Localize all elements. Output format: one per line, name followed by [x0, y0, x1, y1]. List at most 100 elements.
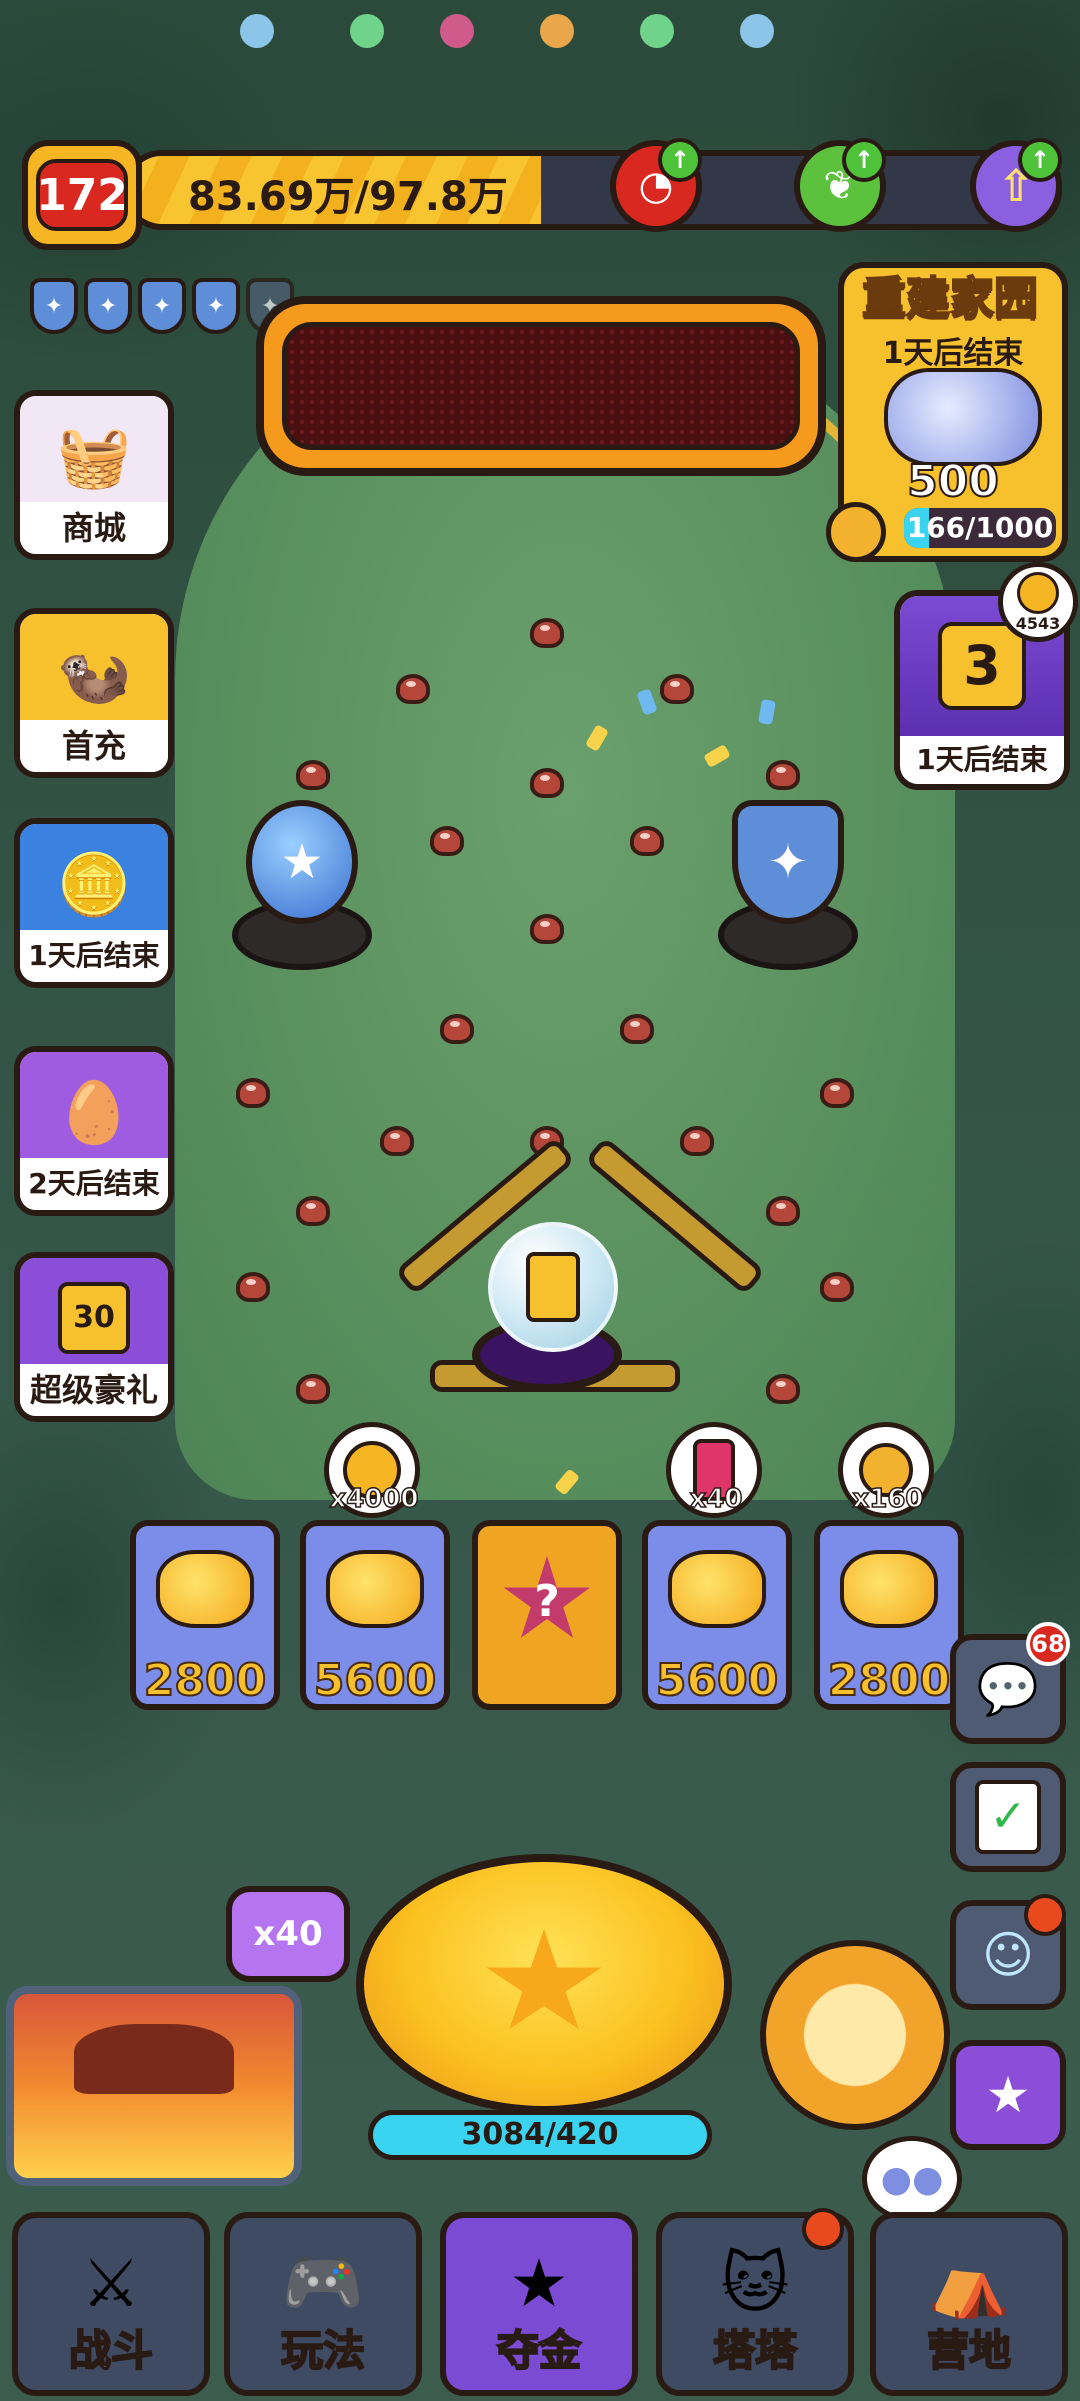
xp-text: 83.69万/97.8万	[188, 174, 508, 220]
peg	[820, 1272, 854, 1302]
notification-dot	[802, 2208, 844, 2250]
multiplier-button[interactable]: x40	[226, 1886, 350, 1982]
peg	[236, 1078, 270, 1108]
peg	[680, 1126, 714, 1156]
peg	[396, 674, 430, 704]
prize-bubble	[488, 1222, 618, 1352]
prize-slot: 2800	[130, 1520, 280, 1710]
prize-slot: 2800	[814, 1520, 964, 1710]
nav-grab-gold[interactable]: ★ 夺金	[440, 2212, 638, 2396]
peg	[766, 1196, 800, 1226]
peg	[440, 1014, 474, 1044]
player-status-bar: 83.69万/97.8万 172 ◔ ↑ ❦ ↑ ⇧ ↑	[22, 138, 1062, 250]
green-leaf-upgrade-button[interactable]: ❦ ↑	[794, 138, 886, 232]
bumper-right: ✦	[718, 800, 858, 970]
prize-mult: x160	[852, 1483, 925, 1515]
gift-card-icon	[526, 1252, 580, 1322]
nav-battle[interactable]: ⚔ 战斗	[12, 2212, 210, 2396]
star-icon	[486, 1929, 602, 2030]
shop-basket-icon: 🧺	[20, 396, 168, 516]
shop-button[interactable]: 🧺 商城	[14, 390, 174, 560]
egg-event-timer: 2天后结束	[20, 1158, 168, 1210]
nav-tata-label: 塔塔	[712, 2325, 798, 2376]
red-swirl-upgrade-button[interactable]: ◔ ↑	[610, 138, 702, 232]
trophy-coin-count: 4543	[1015, 613, 1061, 633]
event-title: 重建家园	[861, 272, 1039, 325]
super-gift-label: 超级豪礼	[20, 1364, 168, 1416]
super-gift-button[interactable]: 30 超级豪礼	[14, 1252, 174, 1422]
prize-mult: x4000	[329, 1483, 420, 1515]
clipboard-check-icon: ✓	[975, 1780, 1041, 1854]
nav-gameplay[interactable]: 🎮 玩法	[224, 2212, 422, 2396]
tasks-button[interactable]: ✓	[950, 1762, 1066, 1872]
prize-pin-energy: x40	[666, 1422, 766, 1522]
shield-row: ✦ ✦ ✦ ✦ ✦	[30, 278, 294, 334]
peg	[766, 1374, 800, 1404]
first-recharge-label: 首充	[20, 720, 168, 772]
cat-badge-button[interactable]: ★	[950, 2040, 1066, 2150]
shield-icon: ✦	[732, 800, 844, 924]
chat-button[interactable]: 💬 68	[950, 1622, 1070, 1744]
slot-value: 5600	[655, 1654, 779, 1707]
friends-ghost-icon: ☺	[981, 1926, 1035, 1984]
led-scoreboard	[256, 296, 826, 476]
level-number: 172	[36, 159, 128, 231]
peg	[530, 768, 564, 798]
event-timer: 1天后结束	[882, 336, 1024, 371]
coin-event-button[interactable]: 🪙 1天后结束	[14, 818, 174, 988]
gem-cluster-icon	[884, 368, 1042, 466]
trophy-rank: 3	[938, 622, 1026, 710]
shield-icon: ✦	[84, 278, 132, 334]
level-badge[interactable]: 172	[22, 140, 142, 250]
string-lights	[200, 0, 920, 80]
purple-arrow-upgrade-button[interactable]: ⇧ ↑	[970, 138, 1062, 232]
peg	[296, 760, 330, 790]
prize-slot: 5600	[300, 1520, 450, 1710]
egg-event-button[interactable]: 🥚 2天后结束	[14, 1046, 174, 1216]
upgrade-arrow-icon: ↑	[658, 138, 702, 182]
super-gift-30-icon: 30	[20, 1258, 168, 1378]
coin-event-timer: 1天后结束	[20, 930, 168, 982]
led-display	[282, 322, 800, 450]
event-progress-text: 166/1000	[906, 511, 1054, 544]
mystery-slot: ?	[472, 1520, 622, 1710]
peg	[530, 618, 564, 648]
prize-pin-coin: x4000	[324, 1422, 424, 1522]
gold-pile-icon	[326, 1550, 424, 1628]
boss-preview-window[interactable]	[6, 1986, 302, 2186]
first-recharge-creature-icon: 🦦	[20, 614, 168, 734]
golden-screw-icon	[826, 502, 886, 562]
coin-progress-text: 3084/420	[461, 2117, 619, 2152]
gem-pair-icon: ●●	[880, 2158, 944, 2200]
notification-dot	[1024, 1894, 1066, 1936]
friends-button[interactable]: ☺	[950, 1894, 1066, 2010]
nav-battle-label: 战斗	[68, 2325, 154, 2376]
nav-tata[interactable]: 🐱 塔塔	[656, 2208, 854, 2396]
chat-bubble-icon: 💬	[976, 1659, 1040, 1718]
upgrade-arrow-icon: ↑	[842, 138, 886, 182]
launch-coin-button[interactable]	[356, 1854, 732, 2114]
gold-pile-icon	[668, 1550, 766, 1628]
nav-camp-label: 营地	[926, 2325, 1012, 2376]
mystery-star-icon: ?	[503, 1556, 591, 1638]
peg	[620, 1014, 654, 1044]
prize-mult: x40	[689, 1483, 743, 1515]
bottom-nav: ⚔ 战斗 🎮 玩法 ★ 夺金 🐱 塔塔 ⛺ 营地	[0, 2204, 1080, 2401]
boss-silhouette	[74, 2024, 234, 2094]
coin-progress-bar: 3084/420	[368, 2110, 712, 2160]
shield-icon: ✦	[192, 278, 240, 334]
peg	[630, 826, 664, 856]
gold-pile-icon	[840, 1550, 938, 1628]
nav-camp[interactable]: ⛺ 营地	[870, 2212, 1068, 2396]
event-progress-bar: 166/1000	[904, 508, 1056, 548]
trophy-timer: 1天后结束	[916, 743, 1048, 776]
super-gift-number: 30	[58, 1282, 130, 1354]
chat-unread-badge: 68	[1026, 1622, 1070, 1666]
nav-gameplay-label: 玩法	[280, 2325, 366, 2376]
shield-icon: ✦	[30, 278, 78, 334]
trophy-coin-chip: 4543	[998, 562, 1078, 642]
slot-value: 2800	[827, 1654, 951, 1707]
slot-value: 5600	[313, 1654, 437, 1707]
first-recharge-button[interactable]: 🦦 首充	[14, 608, 174, 778]
event-reward-count: 500	[906, 455, 1000, 508]
